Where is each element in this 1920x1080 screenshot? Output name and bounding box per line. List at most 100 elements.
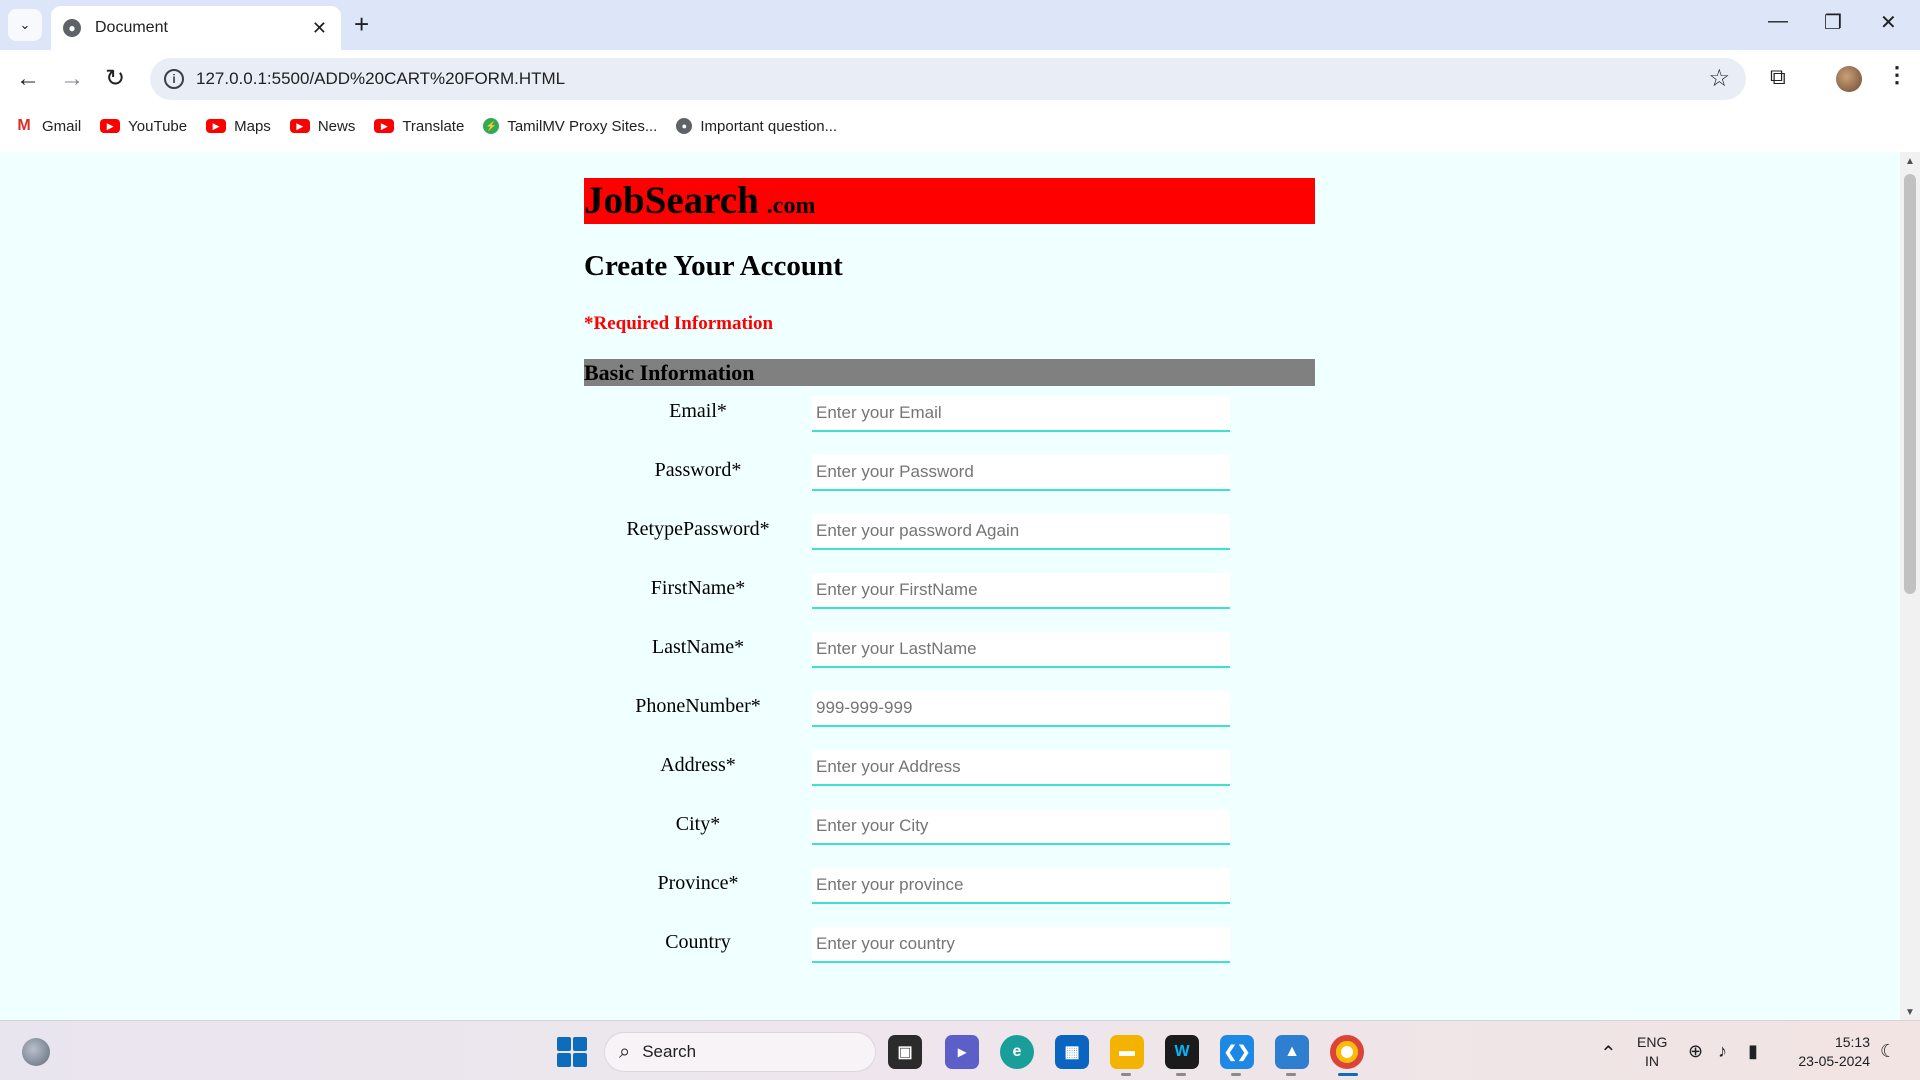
bookmark-important-question[interactable]: ● Important question...	[676, 118, 837, 135]
terminal-app-icon[interactable]: W	[1165, 1035, 1199, 1069]
file-explorer-icon[interactable]: ▬	[1110, 1035, 1144, 1069]
required-note: *Required Information	[584, 313, 774, 334]
back-button[interactable]: ←	[16, 64, 40, 94]
youtube-icon: ▶	[289, 119, 310, 133]
task-view-icon[interactable]: ▣	[888, 1035, 922, 1069]
app-running-indicator	[1121, 1073, 1131, 1076]
province-row: Province*	[584, 858, 1315, 917]
photos-app-icon[interactable]: ▲	[1275, 1035, 1309, 1069]
close-window-button[interactable]: ✕	[1880, 10, 1897, 35]
bookmark-label: YouTube	[128, 117, 188, 135]
page-title: Create Your Account	[584, 250, 843, 282]
retype-password-row: RetypePassword*	[584, 504, 1315, 563]
forward-button[interactable]: →	[60, 64, 84, 94]
bookmark-label: News	[317, 117, 356, 135]
email-row: Email*	[584, 386, 1315, 445]
app-running-indicator	[1231, 1073, 1241, 1076]
windows-start-icon[interactable]	[557, 1037, 587, 1067]
first-name-label: FirstName*	[650, 577, 746, 599]
restore-button[interactable]: ❐	[1824, 10, 1842, 35]
taskbar-search-label: Search	[642, 1042, 697, 1061]
app-running-indicator	[1176, 1073, 1186, 1076]
bookmark-gmail[interactable]: M Gmail	[14, 117, 81, 135]
city-label: City*	[675, 813, 721, 835]
chrome-browser-icon[interactable]	[1330, 1035, 1364, 1069]
last-name-label: LastName*	[651, 636, 745, 658]
weather-widget-icon[interactable]	[22, 1038, 50, 1066]
password-label: Password*	[654, 459, 742, 481]
bookmark-star-icon[interactable]: ☆	[1708, 64, 1730, 93]
phone-number-field[interactable]	[812, 691, 1230, 727]
scroll-down-icon[interactable]: ▼	[1905, 1007, 1915, 1018]
search-icon: ⌕	[619, 1040, 631, 1063]
app-active-indicator	[1338, 1073, 1358, 1076]
retype-password-field[interactable]	[812, 514, 1230, 550]
country-field[interactable]	[812, 927, 1230, 963]
email-label: Email*	[669, 400, 727, 422]
network-icon[interactable]: ⊕	[1688, 1041, 1703, 1062]
taskbar-search[interactable]: ⌕ Search	[604, 1032, 876, 1072]
extensions-icon[interactable]: ⧉	[1770, 64, 1786, 90]
tab-strip: ⌄ ● Document ✕ + — ❐ ✕	[0, 0, 1920, 50]
bookmarks-bar: M Gmail ▶ YouTube ▶ Maps ▶ News ▶ Transl…	[14, 114, 856, 138]
page-scrollbar[interactable]: ▲ ▼	[1900, 152, 1920, 1020]
edge-browser-icon[interactable]: e	[1000, 1035, 1034, 1069]
address-bar[interactable]: i 127.0.0.1:5500/ADD%20CART%20FORM.HTML …	[150, 58, 1746, 100]
bookmark-translate[interactable]: ▶ Translate	[374, 118, 464, 135]
province-label: Province*	[657, 872, 739, 894]
microsoft-store-icon[interactable]: ▦	[1055, 1035, 1089, 1069]
bookmark-tamilmv[interactable]: ⚡ TamilMV Proxy Sites...	[483, 118, 657, 135]
first-name-field[interactable]	[812, 573, 1230, 609]
email-field[interactable]	[812, 396, 1230, 432]
tab-search-button[interactable]: ⌄	[8, 9, 42, 41]
url-text[interactable]: 127.0.0.1:5500/ADD%20CART%20FORM.HTML	[196, 69, 565, 89]
language-indicator[interactable]: ENG IN	[1637, 1033, 1667, 1071]
last-name-field[interactable]	[812, 632, 1230, 668]
section-heading: Basic Information	[584, 359, 1315, 386]
address-field[interactable]	[812, 750, 1230, 786]
bookmark-youtube[interactable]: ▶ YouTube	[100, 118, 187, 135]
reload-button[interactable]: ↻	[105, 64, 125, 94]
active-tab[interactable]: ● Document ✕	[51, 6, 341, 50]
bookmark-label: Important question...	[700, 117, 838, 135]
password-field[interactable]	[812, 455, 1230, 491]
address-row: Address*	[584, 740, 1315, 799]
teams-chat-icon[interactable]: ▸	[945, 1035, 979, 1069]
province-field[interactable]	[812, 868, 1230, 904]
bookmark-maps[interactable]: ▶ Maps	[206, 118, 271, 135]
system-clock[interactable]: 15:13 23-05-2024	[1780, 1033, 1870, 1071]
bookmark-news[interactable]: ▶ News	[289, 117, 356, 135]
signup-form-container: JobSearch .com Create Your Account *Requi…	[584, 178, 1315, 976]
country-label: Country	[665, 931, 731, 953]
phone-number-row: PhoneNumber*	[584, 681, 1315, 740]
close-tab-icon[interactable]: ✕	[312, 18, 327, 39]
address-label: Address*	[660, 754, 736, 776]
clock-time: 15:13	[1834, 1034, 1870, 1050]
globe-icon: ●	[63, 19, 81, 37]
browser-menu-icon[interactable]: ⋮	[1886, 62, 1908, 88]
youtube-icon: ▶	[374, 119, 395, 133]
site-header: JobSearch .com	[584, 178, 1315, 224]
tamilmv-icon: ⚡	[483, 118, 500, 134]
vs-code-icon[interactable]: ❮❯	[1220, 1035, 1254, 1069]
city-field[interactable]	[812, 809, 1230, 845]
volume-icon[interactable]: ♪	[1718, 1041, 1727, 1062]
site-info-icon[interactable]: i	[164, 69, 184, 89]
gmail-icon: M	[17, 117, 31, 134]
last-name-row: LastName*	[584, 622, 1315, 681]
scrollbar-thumb[interactable]	[1904, 174, 1916, 594]
notification-icon[interactable]: ☾	[1880, 1041, 1896, 1062]
battery-icon[interactable]: ▮	[1748, 1041, 1758, 1062]
new-tab-button[interactable]: +	[354, 10, 369, 38]
first-name-row: FirstName*	[584, 563, 1315, 622]
scroll-up-icon[interactable]: ▲	[1905, 156, 1915, 167]
language-code: ENG	[1637, 1034, 1668, 1050]
phone-number-label: PhoneNumber*	[635, 695, 761, 717]
youtube-icon: ▶	[206, 119, 227, 133]
retype-password-label: RetypePassword*	[626, 518, 770, 540]
show-hidden-icons-icon[interactable]: ⌃	[1600, 1041, 1617, 1066]
minimize-button[interactable]: —	[1768, 10, 1788, 33]
site-brand: JobSearch	[584, 179, 759, 222]
site-brand-tld: .com	[766, 193, 816, 219]
profile-avatar[interactable]	[1836, 66, 1862, 92]
